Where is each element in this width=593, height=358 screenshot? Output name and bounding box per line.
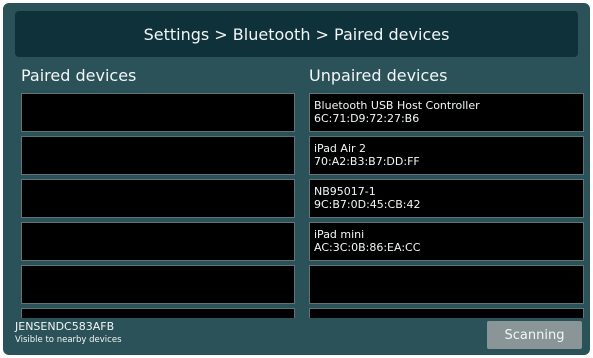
paired-device-row[interactable] <box>21 179 295 218</box>
bluetooth-screen: Settings > Bluetooth > Paired devices Pa… <box>3 3 590 355</box>
paired-device-row[interactable] <box>21 265 295 304</box>
unpaired-device-row[interactable] <box>309 308 584 318</box>
device-name: Bluetooth USB Host Controller <box>314 99 480 112</box>
device-address: 70:A2:B3:B7:DD:FF <box>314 155 420 168</box>
device-address: 6C:71:D9:72:27:B6 <box>314 112 420 125</box>
unpaired-devices-list: Bluetooth USB Host Controller 6C:71:D9:7… <box>309 93 584 318</box>
unpaired-device-row[interactable]: Bluetooth USB Host Controller 6C:71:D9:7… <box>309 93 584 132</box>
device-name: iPad Air 2 <box>314 142 367 155</box>
device-address: 9C:B7:0D:45:CB:42 <box>314 198 421 211</box>
breadcrumb: Settings > Bluetooth > Paired devices <box>15 11 578 57</box>
scan-button[interactable]: Scanning <box>487 321 582 349</box>
paired-device-row[interactable] <box>21 308 295 318</box>
unpaired-device-row[interactable] <box>309 265 584 304</box>
paired-device-row[interactable] <box>21 136 295 175</box>
unpaired-device-row[interactable]: iPad Air 2 70:A2:B3:B7:DD:FF <box>309 136 584 175</box>
device-id-label: JENSENDC583AFB <box>15 320 115 333</box>
paired-devices-list <box>21 93 295 318</box>
unpaired-device-row[interactable]: NB95017-1 9C:B7:0D:45:CB:42 <box>309 179 584 218</box>
paired-device-row[interactable] <box>21 222 295 261</box>
device-name: iPad mini <box>314 228 365 241</box>
paired-device-row[interactable] <box>21 93 295 132</box>
paired-devices-title: Paired devices <box>21 66 137 85</box>
unpaired-device-row[interactable]: iPad mini AC:3C:0B:86:EA:CC <box>309 222 584 261</box>
unpaired-devices-title: Unpaired devices <box>309 66 448 85</box>
visibility-status: Visible to nearby devices <box>15 335 122 345</box>
device-name: NB95017-1 <box>314 185 376 198</box>
device-address: AC:3C:0B:86:EA:CC <box>314 241 421 254</box>
